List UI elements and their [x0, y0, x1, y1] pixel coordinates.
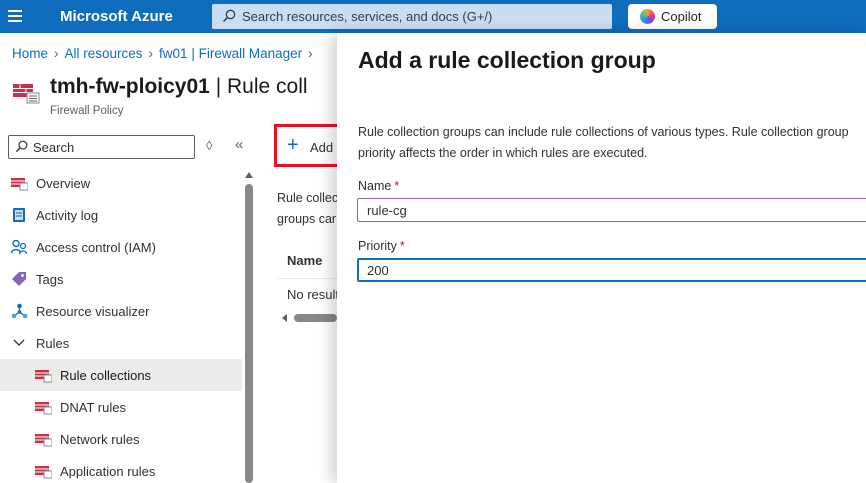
priority-input[interactable] — [357, 258, 866, 282]
nav-item-resource-visualizer[interactable]: Resource visualizer — [0, 295, 242, 327]
nav-group-rules[interactable]: Rules — [0, 327, 242, 359]
tag-icon — [12, 272, 26, 286]
firewall-policy-icon — [13, 84, 40, 104]
nav-item-label: DNAT rules — [60, 400, 126, 415]
nav-search-box[interactable] — [8, 135, 195, 159]
copilot-label: Copilot — [661, 9, 702, 24]
plus-icon: + — [287, 134, 299, 156]
priority-field-label: Priority * — [358, 239, 405, 253]
firewall-policy-icon — [11, 178, 28, 191]
breadcrumb-home[interactable]: Home — [12, 46, 48, 61]
name-field-label: Name * — [358, 179, 399, 193]
required-marker: * — [394, 179, 400, 193]
nav-item-application-rules[interactable]: Application rules — [0, 455, 242, 483]
nav-item-network-rules[interactable]: Network rules — [0, 423, 242, 455]
nav-item-label: Activity log — [36, 208, 99, 223]
hamburger-menu-icon[interactable] — [8, 8, 26, 24]
scroll-left-arrow-icon[interactable] — [282, 314, 287, 322]
nav-item-label: Rule collections — [60, 368, 152, 383]
nav-item-dnat-rules[interactable]: DNAT rules — [0, 391, 242, 423]
nav-scrollbar[interactable] — [244, 170, 254, 483]
page-name: | Rule coll — [215, 75, 308, 98]
priority-label-text: Priority — [358, 239, 397, 253]
name-label-text: Name — [358, 179, 392, 193]
nav-item-activity-log[interactable]: Activity log — [0, 199, 242, 231]
breadcrumb: Home › All resources › fw01 | Firewall Manag… — [12, 46, 319, 61]
add-rule-collection-group-button[interactable]: + Add — [274, 124, 340, 167]
nav-item-label: Resource visualizer — [36, 304, 150, 319]
nav-item-rule-collections[interactable]: Rule collections — [0, 359, 242, 391]
table-header-divider — [277, 278, 337, 279]
nav-search-input[interactable] — [33, 138, 188, 156]
nav-item-tags[interactable]: Tags — [0, 263, 242, 295]
page-title: tmh-fw-ploicy01 | Rule coll — [50, 75, 308, 99]
nav-item-label: Access control (IAM) — [36, 240, 156, 255]
collapse-expand-icon[interactable]: ◊ — [206, 138, 212, 153]
global-search-input[interactable]: Search resources, services, and docs (G+… — [212, 4, 612, 29]
firewall-rule-icon — [35, 434, 52, 447]
global-search-placeholder: Search resources, services, and docs (G+… — [242, 9, 493, 24]
access-control-icon — [11, 239, 28, 255]
firewall-rule-icon — [35, 402, 52, 415]
add-button-label: Add — [310, 140, 334, 155]
panel-description: Rule collection groups can include rule … — [358, 125, 849, 160]
collapse-menu-icon[interactable]: « — [235, 136, 243, 153]
nav-item-overview[interactable]: Overview — [0, 167, 242, 199]
chevron-down-icon — [13, 339, 25, 346]
main-description: Rule collec groups car — [277, 188, 337, 230]
name-input[interactable] — [357, 198, 866, 222]
breadcrumb-separator-icon: › — [308, 46, 313, 61]
resource-type: Firewall Policy — [50, 105, 124, 117]
add-rule-collection-group-panel: Add a rule collection group Rule collect… — [337, 33, 866, 483]
breadcrumb-firewall-manager[interactable]: fw01 | Firewall Manager — [159, 46, 302, 61]
search-icon — [222, 9, 236, 23]
nav-item-label: Overview — [36, 176, 91, 191]
nav-item-access-control[interactable]: Access control (IAM) — [0, 231, 242, 263]
top-bar: Microsoft Azure Search resources, servic… — [0, 0, 866, 33]
nav-item-label: Rules — [36, 336, 70, 351]
main-description-line: groups car — [277, 212, 337, 226]
nav-item-label: Network rules — [60, 432, 140, 447]
no-results-text: No result — [287, 287, 337, 302]
nav-item-label: Tags — [36, 272, 64, 287]
main-description-line: Rule collec — [277, 191, 337, 205]
activity-log-icon — [13, 208, 25, 222]
breadcrumb-separator-icon: › — [54, 46, 59, 61]
copilot-button[interactable]: Copilot — [628, 4, 717, 29]
resource-visualizer-icon — [11, 303, 28, 319]
breadcrumb-separator-icon: › — [148, 46, 154, 61]
nav-scrollbar-thumb[interactable] — [245, 184, 253, 483]
table-hscrollbar-thumb[interactable] — [294, 314, 337, 322]
search-icon — [15, 140, 28, 153]
column-header-name[interactable]: Name — [287, 253, 322, 268]
nav-item-label: Application rules — [60, 464, 156, 479]
breadcrumb-all-resources[interactable]: All resources — [65, 46, 143, 61]
scroll-up-arrow-icon[interactable] — [245, 172, 253, 178]
brand-title[interactable]: Microsoft Azure — [60, 8, 173, 25]
resource-name: tmh-fw-ploicy01 — [50, 75, 210, 98]
copilot-icon — [640, 9, 655, 24]
left-nav: Overview Activity log Access control (IA… — [0, 167, 242, 483]
panel-title: Add a rule collection group — [358, 47, 656, 73]
firewall-rule-icon — [35, 370, 52, 383]
required-marker: * — [399, 239, 405, 253]
firewall-rule-icon — [35, 466, 52, 479]
